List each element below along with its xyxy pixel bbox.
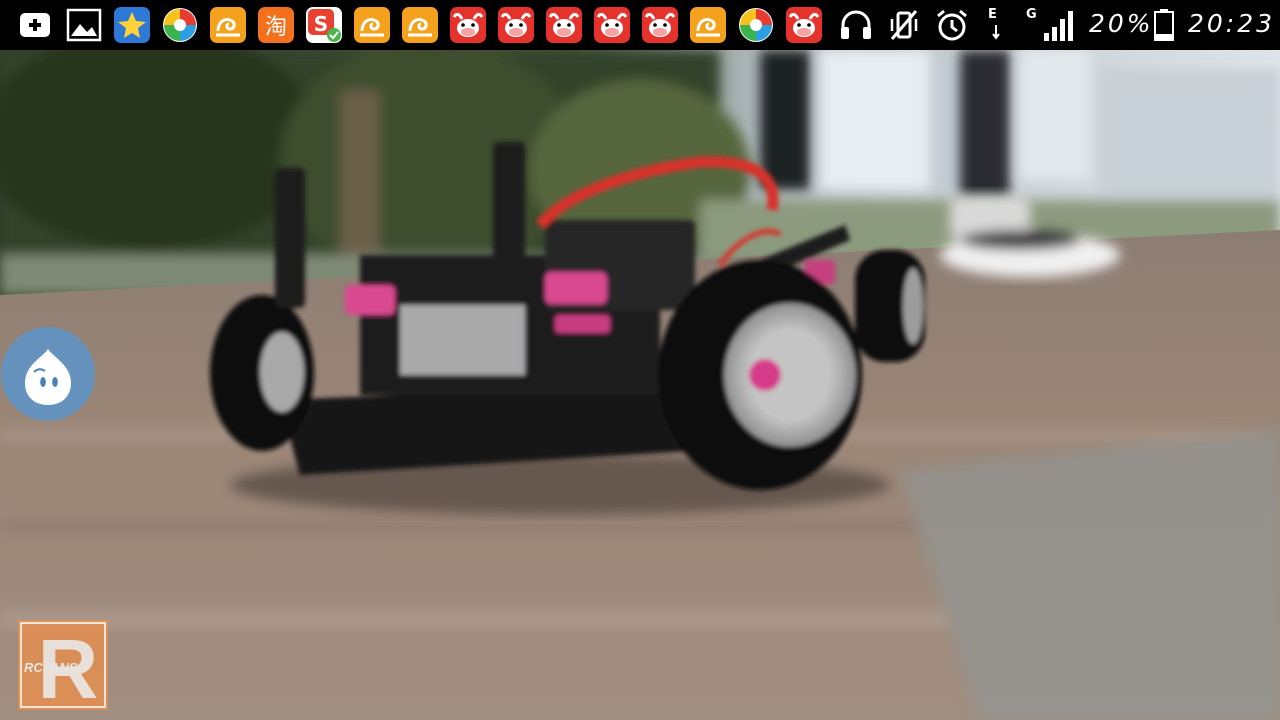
uc-browser-icon <box>210 7 246 43</box>
sogou-glyph: S <box>314 12 328 36</box>
headphones-icon <box>838 7 874 43</box>
network-type-label: E <box>988 7 997 22</box>
uc-browser-icon <box>690 7 726 43</box>
pinwheel-app-icon <box>162 7 198 43</box>
alarm-clock-icon <box>934 7 970 43</box>
photo-viewer[interactable] <box>0 50 1280 720</box>
cow-app-icon <box>450 7 486 43</box>
clock-time: 20:23 <box>1188 9 1276 38</box>
network-type-2-label: G <box>1026 7 1037 22</box>
assistant-mascot-icon <box>25 349 71 405</box>
battery-percent: 20% <box>1089 9 1154 38</box>
floating-assistant-button[interactable] <box>1 327 95 421</box>
cow-app-icon <box>594 7 630 43</box>
taobao-glyph: 淘 <box>265 15 287 40</box>
watermark-label: RCFANS <box>24 660 78 675</box>
signal-strength-icon <box>1042 7 1076 43</box>
rcfans-watermark-logo: R RCFANS <box>18 620 108 710</box>
star-app-icon <box>114 7 150 43</box>
sogou-input-icon: S <box>306 7 342 43</box>
pinwheel-app-icon <box>738 7 774 43</box>
gallery-icon <box>66 7 102 43</box>
network-type-e: E <box>988 7 1004 43</box>
vibrate-off-icon <box>886 7 922 43</box>
rc-car-photo <box>0 50 1280 720</box>
cow-app-icon <box>498 7 534 43</box>
cow-app-icon <box>786 7 822 43</box>
uc-browser-icon <box>402 7 438 43</box>
uc-browser-icon <box>354 7 390 43</box>
cow-app-icon <box>642 7 678 43</box>
add-icon <box>18 7 54 43</box>
cow-app-icon <box>546 7 582 43</box>
taobao-icon: 淘 <box>258 7 294 43</box>
network-type-g: G <box>1026 7 1040 43</box>
battery-icon <box>1152 7 1176 43</box>
status-bar: 淘 S E G 20% 20:23 <box>0 0 1280 50</box>
